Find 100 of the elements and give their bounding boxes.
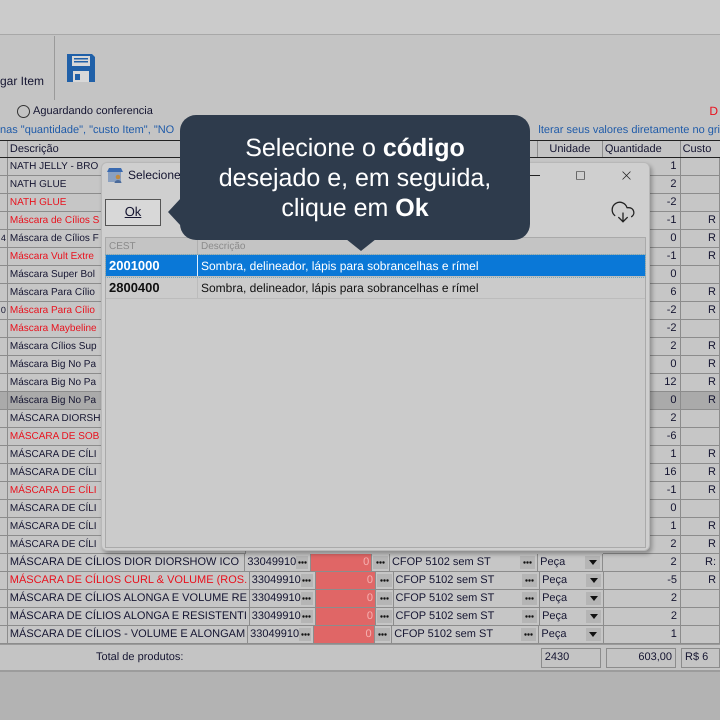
quantity-cell-text: 2 (670, 411, 677, 426)
column-header: Unidade (549, 142, 590, 157)
ellipsis-button[interactable] (375, 628, 390, 641)
minimize-icon (528, 174, 540, 176)
store-icon (107, 167, 123, 183)
quantity-cell-text: -5 (667, 573, 678, 588)
ellipsis-icon (380, 615, 389, 618)
ncm-cell-text: 33049910 (252, 609, 301, 624)
unit-cell-text: Peça (542, 573, 568, 588)
radio-option[interactable]: Aguardando conferencia (17, 102, 153, 120)
quantity-cell-text: 2 (670, 177, 677, 192)
unit-cell-text: Peça (541, 627, 566, 642)
cost-cell-text: R (708, 483, 716, 498)
ellipsis-icon (380, 597, 389, 600)
ellipsis-button[interactable] (521, 628, 536, 641)
description-cell: MÁSCARA DIORSH (10, 411, 100, 426)
quantity-cell-text: 0 (670, 267, 677, 282)
quantity-cell-text: 2 (670, 609, 678, 624)
description-cell-text: Máscara Big No Pa (10, 394, 96, 408)
caret-icon (590, 614, 598, 619)
list-row[interactable]: 2001000 Sombra, delineador, lápis para sobrancelhas e rímel (106, 255, 645, 277)
value-cell-text: 0 (366, 627, 372, 642)
hint-text: lterar seus valores diretamente no gri (538, 123, 720, 138)
quantity-cell-text: -1 (666, 249, 677, 264)
ellipsis-icon (302, 579, 312, 582)
ellipsis-button[interactable] (522, 592, 538, 605)
list-row[interactable]: 2800400 Sombra, delineador, lápis para sobrancelhas e rímel (106, 277, 645, 299)
cost-cell-text: R (708, 339, 716, 354)
ellipsis-button[interactable] (376, 574, 392, 587)
quantity-cell-text: 2 (670, 591, 678, 606)
ellipsis-icon (380, 579, 389, 582)
ok-button[interactable]: Ok (105, 198, 161, 226)
ellipsis-button[interactable] (300, 592, 313, 605)
quantity-cell-text: 2 (670, 537, 677, 552)
dropdown-button[interactable] (585, 556, 600, 569)
cloud-download-icon[interactable] (610, 199, 636, 225)
ellipsis-button[interactable] (522, 610, 538, 623)
toolbar-button[interactable]: gar Item (0, 72, 44, 90)
quantity-cell-text: -6 (666, 429, 677, 444)
description-cell-text: Máscara de Cílios F (10, 232, 99, 246)
column-header: CEST (109, 240, 136, 254)
ellipsis-icon (525, 597, 534, 600)
hint-text: nas "quantidade", "custo Item", "NO (0, 123, 174, 138)
total-field: 2430 (540, 648, 602, 668)
ellipsis-button[interactable] (520, 556, 536, 569)
cost-cell-text: R (708, 537, 716, 552)
value-cell-text: 0 (366, 591, 374, 606)
column-header: Descrição (10, 142, 59, 157)
description-cell-text: Máscara Big No Pa (10, 376, 96, 390)
ellipsis-button[interactable] (300, 610, 313, 623)
cost-cell-text: R: (705, 555, 716, 570)
radio-button[interactable] (17, 104, 30, 118)
quantity-cell-text: -2 (666, 195, 677, 210)
save-icon[interactable] (65, 52, 98, 84)
cost-cell-text: R (708, 447, 716, 462)
quantity-cell-text: -2 (666, 321, 677, 336)
value-cell-text: 0 (366, 573, 374, 588)
ncm-cell-text: 33049910 (252, 591, 301, 606)
quantity-cell-text: 1 (670, 519, 677, 534)
ellipsis-button[interactable] (300, 574, 313, 587)
quantity-cell-text: 2 (670, 339, 677, 354)
ellipsis-icon (378, 633, 388, 636)
quantity-cell-text: 16 (664, 465, 677, 480)
caret-icon (589, 632, 598, 637)
ellipsis-button[interactable] (522, 574, 538, 587)
tooltip-text: clique em Ok (281, 192, 429, 222)
ncm-cell-text: 33049910 (247, 555, 296, 570)
description-cell: MÁSCARA DE CÍLI (10, 465, 97, 480)
description-cell: MÁSCARA DE CÍLI (10, 483, 97, 498)
quantity-cell-text: 0 (670, 357, 677, 372)
dropdown-button[interactable] (586, 574, 602, 587)
row-index: 0 (0, 304, 6, 317)
description-cell-text: Máscara Para Cílio (10, 304, 95, 318)
cost-cell-text: R (708, 303, 716, 318)
ellipsis-button[interactable] (373, 556, 388, 569)
cost-cell-text: R (708, 285, 716, 300)
cost-cell-text: R (708, 249, 716, 264)
cfop-cell-text: CFOP 5102 sem ST (396, 591, 494, 606)
description-cell-text: NATH GLUE (10, 178, 66, 192)
description-cell: MÁSCARA DE CÍLI (10, 519, 97, 534)
value-cell-text: 0 (366, 609, 374, 624)
value-cell-text: 0 (363, 555, 370, 570)
dropdown-button[interactable] (586, 610, 602, 623)
quantity-cell-text: 1 (670, 159, 677, 174)
cfop-cell-text: CFOP 5102 sem ST (396, 609, 494, 624)
dropdown-button[interactable] (586, 592, 602, 605)
cfop-cell-text: CFOP 5102 sem ST (394, 627, 494, 642)
description-cell: MÁSCARA DE CÍLI (10, 447, 97, 462)
ellipsis-button[interactable] (376, 592, 392, 605)
ellipsis-button[interactable] (296, 556, 308, 569)
ellipsis-icon (302, 615, 312, 618)
total-field: R$ 6 (681, 648, 720, 668)
row-index: 4 (0, 232, 6, 245)
quantity-cell-text: -1 (666, 213, 677, 228)
ellipsis-button[interactable] (299, 628, 312, 641)
total-field: 603,00 (606, 648, 676, 668)
ellipsis-icon (376, 561, 386, 564)
description-cell-text: Máscara Para Cílio (10, 286, 95, 300)
ellipsis-button[interactable] (376, 610, 392, 623)
dropdown-button[interactable] (586, 628, 601, 641)
